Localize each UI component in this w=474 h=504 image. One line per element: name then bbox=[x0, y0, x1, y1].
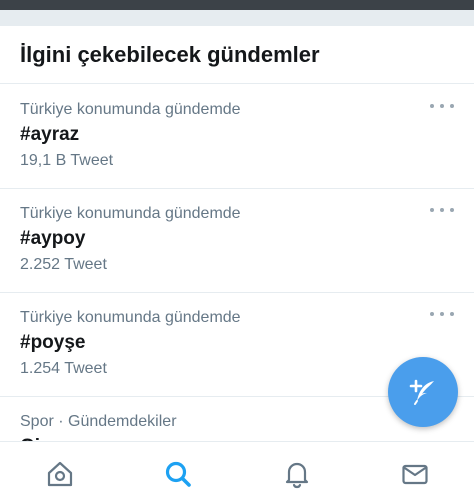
more-horizontal-icon[interactable] bbox=[430, 201, 454, 219]
trend-context: Türkiye konumunda gündemde bbox=[20, 309, 241, 326]
more-horizontal-icon[interactable] bbox=[430, 305, 454, 323]
tab-notifications[interactable] bbox=[281, 458, 313, 490]
page-title: İlgini çekebilecek gündemler bbox=[20, 42, 320, 67]
home-icon bbox=[47, 461, 73, 487]
trend-context: Türkiye konumunda gündemde bbox=[20, 101, 241, 118]
trend-item[interactable]: Türkiye konumunda gündemde #aypoy 2.252 … bbox=[0, 189, 474, 293]
window-top-strip bbox=[0, 0, 474, 10]
trend-context: Spor · Gündemdekiler bbox=[20, 413, 177, 430]
search-icon bbox=[165, 461, 191, 487]
more-horizontal-icon[interactable] bbox=[430, 97, 454, 115]
mail-icon bbox=[402, 464, 428, 485]
trend-name[interactable]: #poyşe bbox=[20, 332, 85, 354]
trend-count: 1.254 Tweet bbox=[20, 360, 107, 377]
trend-name[interactable]: #aypoy bbox=[20, 228, 85, 250]
trend-item[interactable]: Türkiye konumunda gündemde #ayraz 19,1 B… bbox=[0, 85, 474, 189]
bottom-tab-bar bbox=[0, 441, 474, 504]
compose-tweet-button[interactable] bbox=[388, 357, 458, 427]
bell-icon bbox=[285, 462, 309, 489]
trend-name[interactable]: #ayraz bbox=[20, 124, 79, 146]
tab-home[interactable] bbox=[44, 458, 76, 490]
trend-count: 19,1 B Tweet bbox=[20, 152, 114, 169]
compose-tweet-icon bbox=[409, 379, 434, 405]
trend-count: 2.252 Tweet bbox=[20, 256, 107, 273]
tab-messages[interactable] bbox=[399, 458, 431, 490]
section-separator bbox=[0, 10, 474, 26]
tab-search[interactable] bbox=[162, 458, 194, 490]
trend-context: Türkiye konumunda gündemde bbox=[20, 205, 241, 222]
trends-header: İlgini çekebilecek gündemler bbox=[0, 26, 474, 84]
